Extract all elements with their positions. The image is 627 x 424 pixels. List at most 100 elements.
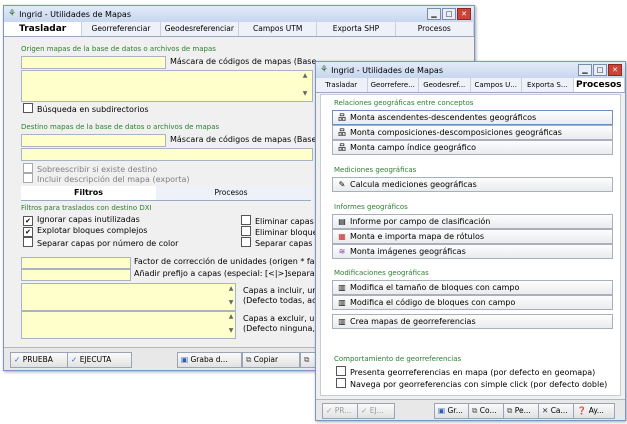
ejecuta-button[interactable]: ✓ EJECUTA	[67, 352, 132, 368]
back-window-title: Ingrid - Utilidades de Mapas	[19, 9, 131, 19]
tab-georreferenciar[interactable]: Georreferenciar	[82, 22, 161, 36]
destino-path-input[interactable]	[21, 134, 166, 147]
explotar-checkbox[interactable]: ✔ Explotar bloques complejos	[23, 226, 147, 237]
prueba-label: PRUEBA	[22, 355, 53, 364]
relaciones-header: Relaciones geográficas entre conceptos	[334, 99, 474, 107]
close-icon[interactable]: ✕	[608, 64, 622, 76]
maximize-icon[interactable]: □	[442, 8, 456, 20]
capas-excluir-box[interactable]	[21, 311, 236, 339]
minimize-icon[interactable]: ▁	[427, 8, 441, 20]
ascendentes-button[interactable]: 品 Monta ascendentes-descendentes geográfi…	[332, 110, 613, 125]
ay-button[interactable]: ❓ Ay...	[573, 403, 615, 419]
tab-trasladar[interactable]: Trasladar	[316, 78, 368, 92]
co-button[interactable]: ⧉ Co...	[468, 403, 507, 419]
tab-procesos[interactable]: Procesos	[573, 78, 625, 92]
imagenes-label: Monta imágenes geográficas	[350, 247, 466, 256]
ay-label: Ay...	[588, 406, 604, 415]
checkmark-icon: ✓	[326, 406, 333, 415]
crea-button[interactable]: ▥ Crea mapas de georreferencias	[332, 314, 613, 329]
gr-button[interactable]: ▣ Gr...	[434, 403, 472, 419]
ca-button[interactable]: ✕ Ca...	[538, 403, 577, 419]
capas-incluir-sub: (Defecto todas, ad	[243, 296, 318, 305]
copy-icon: ⧉	[472, 406, 478, 415]
app-icon: ⚘	[8, 9, 17, 19]
tab-georreferenciar[interactable]: Georrefere...	[368, 78, 419, 92]
factor-label: Factor de corrección de unidades (origen…	[134, 257, 315, 266]
scroll-down-icon[interactable]: ▼	[226, 299, 236, 306]
copy-icon: ⧉	[304, 355, 310, 364]
cancel-icon: ✕	[542, 406, 549, 415]
tamano-button[interactable]: ▥ Modifica el tamaño de bloques con campo	[332, 280, 613, 295]
explotar-label: Explotar bloques complejos	[37, 226, 148, 235]
capas-incluir-label: Capas a incluir, un	[243, 286, 318, 295]
tab-campos-utm[interactable]: Campos U...	[471, 78, 522, 92]
capas-incluir-box[interactable]	[21, 283, 236, 311]
mascara-label-1: Máscara de códigos de mapas (Base	[170, 57, 317, 66]
composiciones-button[interactable]: 品 Monta composiciones-descomposiciones ge…	[332, 125, 613, 140]
imagenes-button[interactable]: ≋ Monta imágenes geográficas	[332, 244, 613, 259]
prueba-button[interactable]: ✓ PRUEBA	[10, 352, 68, 368]
ej-button[interactable]: ✓ EJ...	[357, 403, 395, 419]
maximize-icon[interactable]: □	[593, 64, 607, 76]
tab-exporta-shp[interactable]: Exporta SHP	[317, 22, 396, 36]
pe-button[interactable]: ⧉ Pe...	[503, 403, 542, 419]
busqueda-checkbox[interactable]: Búsqueda en subdirectorios	[23, 103, 149, 114]
eliminar1-checkbox[interactable]: Eliminar capas n	[241, 215, 321, 226]
ignorar-label: Ignorar capas inutilizadas	[37, 215, 140, 224]
factor-input[interactable]	[21, 257, 131, 269]
grid-edit-icon: ▥	[338, 283, 346, 292]
hierarchy-icon: 品	[338, 143, 346, 152]
codigo-button[interactable]: ▥ Modifica el código de bloques con campo	[332, 295, 613, 310]
grid-edit-icon: ▥	[338, 298, 346, 307]
eliminar2-checkbox[interactable]: Eliminar bloque	[241, 226, 318, 237]
tab-procesos[interactable]: Procesos	[396, 22, 474, 36]
subtab-procesos[interactable]: Procesos	[156, 186, 306, 200]
prefijo-input[interactable]	[21, 269, 131, 281]
capas-excluir-label: Capas a excluir, u	[243, 314, 315, 323]
tab-campos-utm[interactable]: Campos UTM	[239, 22, 318, 36]
grid-edit-icon: ▥	[338, 317, 346, 326]
separar-checkbox[interactable]: Separar capas por número de color	[23, 237, 178, 248]
ignorar-checkbox[interactable]: ✔ Ignorar capas inutilizadas	[23, 215, 140, 226]
tab-exporta-shp[interactable]: Exporta S...	[522, 78, 574, 92]
incluir-checkbox[interactable]: Incluir descripción del mapa (exporta)	[23, 173, 190, 184]
separar2-checkbox[interactable]: Separar capas p	[241, 237, 320, 248]
graba-button[interactable]: ▣ Graba d...	[177, 352, 242, 368]
presenta-checkbox[interactable]: Presenta georreferencias en mapa (por de…	[336, 366, 595, 377]
informe-button[interactable]: ▤ Informe por campo de clasificación	[332, 214, 613, 229]
navega-checkbox[interactable]: Navega por georreferencias con simple cl…	[336, 378, 607, 389]
scroll-down-icon[interactable]: ▼	[226, 327, 236, 334]
front-titlebar: ⚘ Ingrid - Utilidades de Mapas ▁ □ ✕	[316, 62, 625, 78]
comportamiento-header: Comportamiento de georreferencias	[334, 355, 462, 363]
report-icon: ▤	[338, 217, 346, 226]
copiar-button[interactable]: ⧉ Copiar	[242, 352, 300, 368]
scroll-down-icon[interactable]: ▼	[300, 90, 310, 97]
calcula-button[interactable]: ✎ Calcula mediciones geográficas	[332, 177, 613, 192]
origen-path-input[interactable]	[21, 56, 166, 69]
scroll-up-icon[interactable]: ▲	[226, 313, 236, 320]
copy-icon: ⧉	[246, 355, 252, 364]
ej-label: EJ...	[369, 406, 384, 415]
close-icon[interactable]: ✕	[457, 8, 471, 20]
campo-indice-label: Monta campo índice geográfico	[350, 143, 477, 152]
modificaciones-header: Modificaciones geográficas	[334, 269, 429, 277]
rotulos-button[interactable]: ▦ Monta e importa mapa de rótulos	[332, 229, 613, 244]
tab-geodesreferenciar[interactable]: Geodesref...	[419, 78, 471, 92]
pr-button[interactable]: ✓ PR...	[322, 403, 360, 419]
destino-input[interactable]	[21, 148, 313, 161]
checkmark-icon: ✔	[23, 227, 33, 237]
sub-tab-bar: Filtros Procesos	[21, 186, 311, 201]
minimize-icon[interactable]: ▁	[578, 64, 592, 76]
tab-trasladar[interactable]: Trasladar	[4, 22, 83, 36]
tamano-label: Modifica el tamaño de bloques con campo	[350, 283, 520, 292]
ejecuta-label: EJECUTA	[79, 355, 112, 364]
front-window-title: Ingrid - Utilidades de Mapas	[331, 65, 443, 75]
scroll-up-icon[interactable]: ▲	[300, 72, 310, 79]
campo-indice-button[interactable]: 品 Monta campo índice geográfico	[332, 140, 613, 155]
origen-header: Origen mapas de la base de datos o archi…	[21, 45, 216, 53]
origen-list-box[interactable]	[21, 70, 313, 102]
tab-geodesreferenciar[interactable]: Geodesreferenciar	[161, 22, 239, 36]
subtab-filtros[interactable]: Filtros	[21, 186, 156, 200]
presenta-label: Presenta georreferencias en mapa (por de…	[350, 368, 596, 377]
scroll-up-icon[interactable]: ▲	[226, 285, 236, 292]
